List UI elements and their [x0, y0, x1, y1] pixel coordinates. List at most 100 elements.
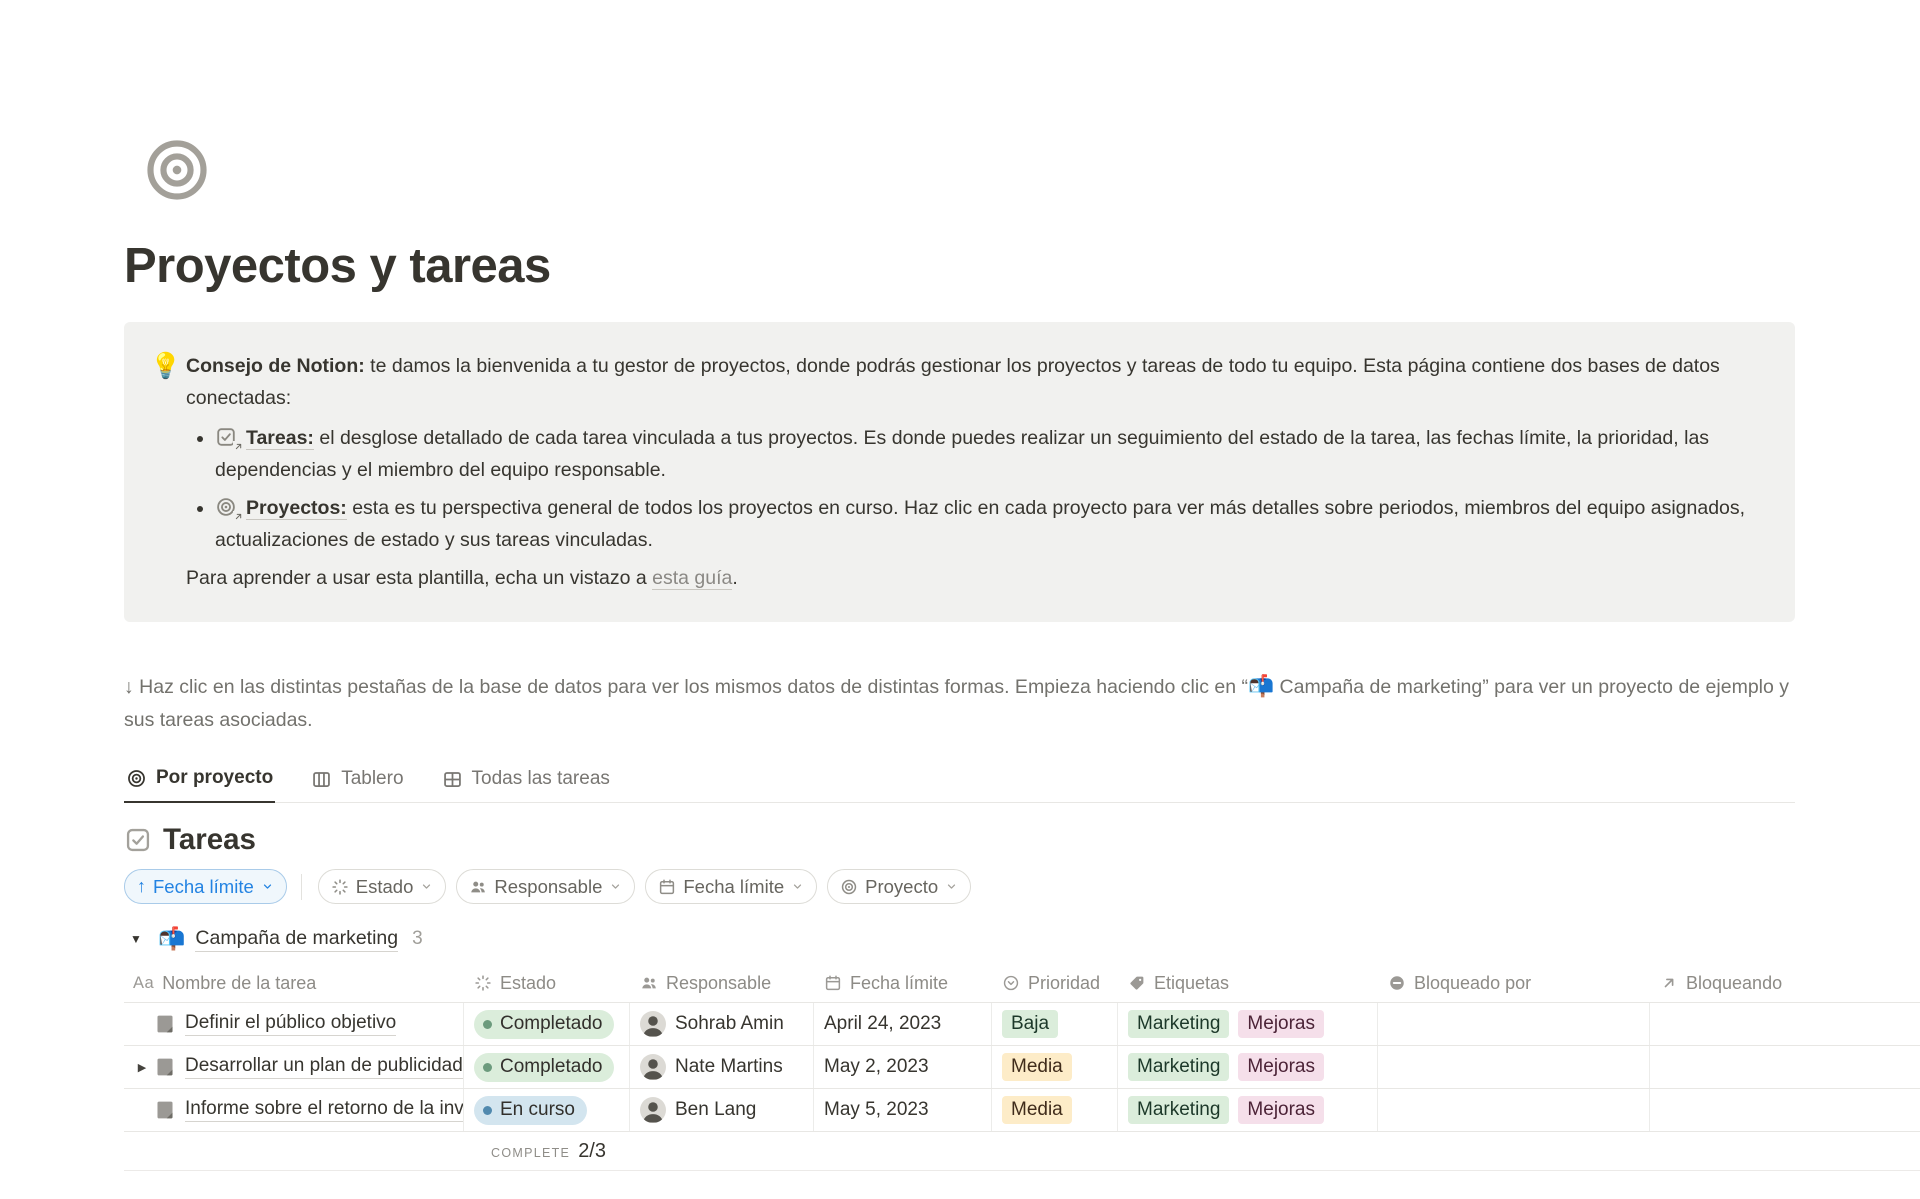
blocking-cell[interactable]	[1650, 1003, 1920, 1045]
priority-tag[interactable]: Baja	[1002, 1010, 1058, 1038]
group-header-campana-de-marketing: ▼ 📬 Campaña de marketing 3	[124, 926, 1920, 952]
column-header-nombre[interactable]: AaNombre de la tarea	[124, 973, 464, 994]
filter-estado[interactable]: Estado	[318, 869, 447, 904]
column-header-bloqueado-por[interactable]: Bloqueado por	[1378, 973, 1650, 994]
tag[interactable]: Mejoras	[1238, 1010, 1324, 1038]
column-label: Prioridad	[1028, 973, 1100, 994]
due-date-cell[interactable]: May 5, 2023	[814, 1089, 992, 1131]
sort-pill-fecha-limite[interactable]: ↑ Fecha límite	[124, 869, 287, 904]
column-header-estado[interactable]: Estado	[464, 973, 630, 994]
group-name-link[interactable]: Campaña de marketing	[195, 927, 398, 952]
blocked-by-cell[interactable]	[1378, 1003, 1650, 1045]
blocking-cell[interactable]	[1650, 1046, 1920, 1088]
status-cell[interactable]: Completado	[464, 1046, 630, 1088]
callout-list: Tareas: el desglose detallado de cada ta…	[186, 422, 1757, 556]
column-label: Estado	[500, 973, 556, 994]
callout-intro-bold: Consejo de Notion:	[186, 355, 365, 377]
page-target-icon[interactable]	[140, 133, 214, 207]
priority-cell[interactable]: Media	[992, 1046, 1118, 1088]
column-header-responsable[interactable]: Responsable	[630, 973, 814, 994]
filter-label: Proyecto	[865, 876, 938, 898]
status-badge[interactable]: Completado	[474, 1010, 614, 1039]
chevron-down-icon	[420, 880, 433, 893]
chevron-down-icon	[261, 880, 274, 893]
filter-label: Fecha límite	[683, 876, 784, 898]
task-name-cell[interactable]: ▶ Desarrollar un plan de publicidad	[124, 1046, 464, 1088]
callout-body: Consejo de Notion: te damos la bienvenid…	[186, 350, 1757, 594]
status-cell[interactable]: Completado	[464, 1003, 630, 1045]
due-date-cell[interactable]: April 24, 2023	[814, 1003, 992, 1045]
tag[interactable]: Mejoras	[1238, 1096, 1324, 1124]
due-date: April 24, 2023	[824, 1013, 941, 1035]
target-icon	[126, 768, 147, 789]
table-icon	[442, 769, 463, 790]
table-row: Definir el público objetivo Completado S…	[124, 1002, 1920, 1045]
status-badge[interactable]: Completado	[474, 1053, 614, 1082]
blocked-by-cell[interactable]	[1378, 1046, 1650, 1088]
table-row: ▶ Desarrollar un plan de publicidad Comp…	[124, 1045, 1920, 1088]
projects-database-link[interactable]: Proyectos:	[246, 497, 347, 520]
column-label: Bloqueando	[1686, 973, 1782, 994]
tags-cell[interactable]: Marketing Mejoras	[1118, 1003, 1378, 1045]
tab-tablero[interactable]: Tablero	[309, 767, 405, 803]
tags-cell[interactable]: Marketing Mejoras	[1118, 1089, 1378, 1131]
filter-proyecto[interactable]: Proyecto	[827, 869, 971, 904]
tasks-section-title: Tareas	[163, 823, 256, 857]
mailbox-icon: 📬	[1248, 675, 1274, 698]
tag[interactable]: Marketing	[1128, 1053, 1229, 1081]
tag[interactable]: Marketing	[1128, 1096, 1229, 1124]
task-name-link[interactable]: Desarrollar un plan de publicidad	[185, 1055, 463, 1079]
board-icon	[311, 769, 332, 790]
row-toggle[interactable]: ▶	[130, 1061, 154, 1074]
tab-label: Por proyecto	[156, 767, 273, 789]
assignee-cell[interactable]: Ben Lang	[630, 1089, 814, 1131]
task-name-cell[interactable]: Definir el público objetivo	[124, 1003, 464, 1045]
column-header-fecha-limite[interactable]: Fecha límite	[814, 973, 992, 994]
tag[interactable]: Marketing	[1128, 1010, 1229, 1038]
column-header-prioridad[interactable]: Prioridad	[992, 973, 1118, 994]
due-date-cell[interactable]: May 2, 2023	[814, 1046, 992, 1088]
tasks-database-link[interactable]: Tareas:	[246, 427, 314, 450]
calendar-icon	[824, 974, 842, 992]
blocking-cell[interactable]	[1650, 1089, 1920, 1131]
mailbox-icon: 📬	[158, 926, 185, 952]
filter-responsable[interactable]: Responsable	[456, 869, 635, 904]
assignee-cell[interactable]: Sohrab Amin	[630, 1003, 814, 1045]
status-badge[interactable]: En curso	[474, 1096, 587, 1125]
status-cell[interactable]: En curso	[464, 1089, 630, 1131]
priority-cell[interactable]: Baja	[992, 1003, 1118, 1045]
blocked-by-cell[interactable]	[1378, 1089, 1650, 1131]
calculation-complete[interactable]: COMPLETE 2/3	[464, 1140, 630, 1163]
priority-cell[interactable]: Media	[992, 1089, 1118, 1131]
priority-tag[interactable]: Media	[1002, 1096, 1072, 1124]
chevron-down-icon	[945, 880, 958, 893]
page-icon	[154, 1056, 176, 1078]
tag[interactable]: Mejoras	[1238, 1053, 1324, 1081]
priority-tag[interactable]: Media	[1002, 1053, 1072, 1081]
notion-tip-callout: 💡 Consejo de Notion: te damos la bienven…	[124, 322, 1795, 622]
calc-value: 2/3	[578, 1140, 606, 1163]
column-header-bloqueando[interactable]: Bloqueando	[1650, 973, 1920, 994]
filter-label: Responsable	[494, 876, 602, 898]
task-name-cell[interactable]: Informe sobre el retorno de la inversión	[124, 1089, 464, 1131]
task-name-link[interactable]: Informe sobre el retorno de la inversión	[185, 1098, 464, 1122]
tags-cell[interactable]: Marketing Mejoras	[1118, 1046, 1378, 1088]
notion-page: Proyectos y tareas 💡 Consejo de Notion: …	[0, 0, 1920, 1171]
column-label: Etiquetas	[1154, 973, 1229, 994]
column-label: Fecha límite	[850, 973, 948, 994]
column-label: Responsable	[666, 973, 771, 994]
task-name-link[interactable]: Definir el público objetivo	[185, 1012, 396, 1036]
calc-label: COMPLETE	[491, 1146, 570, 1160]
tab-por-proyecto[interactable]: Por proyecto	[124, 767, 275, 803]
list-item: Proyectos: esta es tu perspectiva genera…	[215, 492, 1757, 556]
tab-todas-las-tareas[interactable]: Todas las tareas	[440, 767, 612, 803]
status-dot-icon	[483, 1063, 492, 1072]
status-spinner-icon	[474, 974, 492, 992]
filter-fecha-limite[interactable]: Fecha límite	[645, 869, 817, 904]
chevron-down-icon	[609, 880, 622, 893]
guide-link[interactable]: esta guía	[652, 567, 732, 590]
group-toggle-icon[interactable]: ▼	[130, 932, 150, 946]
assignee-cell[interactable]: Nate Martins	[630, 1046, 814, 1088]
arrow-up-icon: ↑	[137, 876, 146, 897]
column-header-etiquetas[interactable]: Etiquetas	[1118, 973, 1378, 994]
